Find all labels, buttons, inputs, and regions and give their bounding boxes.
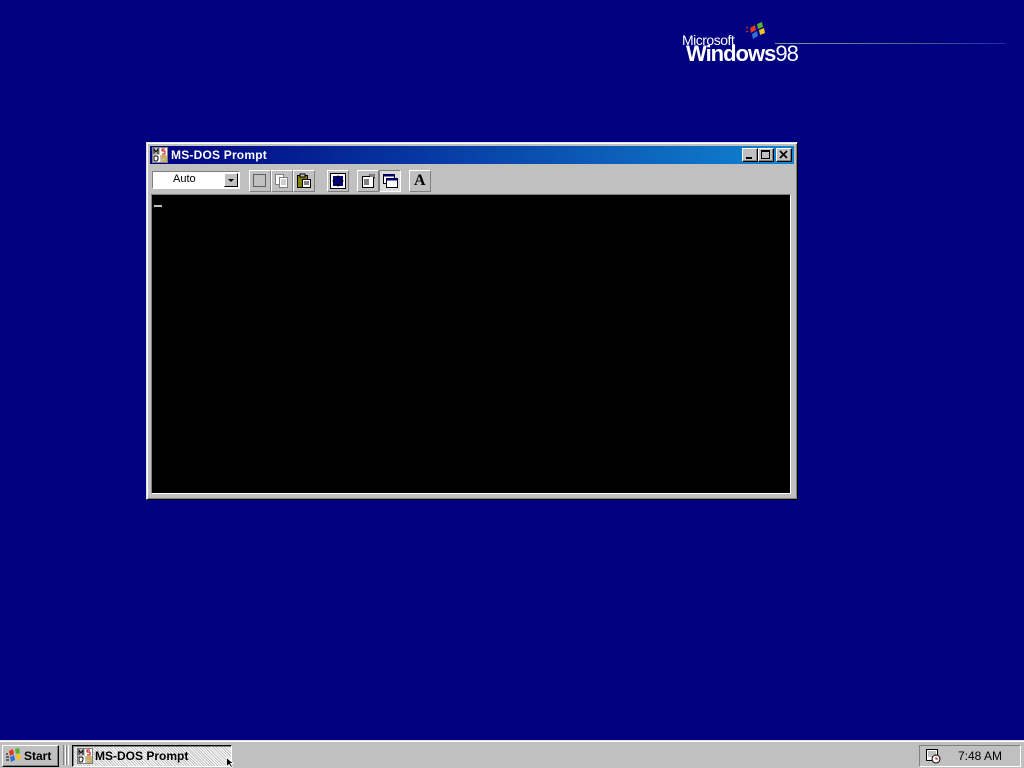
maximize-button[interactable] — [758, 148, 774, 162]
chevron-down-icon — [228, 179, 234, 182]
maximize-icon — [761, 150, 770, 159]
properties-icon — [362, 174, 375, 188]
logo-version: 98 — [775, 41, 799, 66]
minimize-button[interactable] — [742, 148, 758, 162]
full-screen-button[interactable] — [327, 170, 349, 192]
ms-dos-icon — [77, 748, 93, 764]
paste-button[interactable] — [293, 170, 315, 192]
system-tray: 7:48 AM — [919, 745, 1021, 767]
window-title: MS-DOS Prompt — [171, 148, 267, 162]
logo-underline — [775, 43, 1005, 44]
logo-product: Windows98 — [686, 41, 799, 67]
close-icon — [779, 150, 788, 159]
clock[interactable]: 7:48 AM — [958, 749, 1002, 763]
font-button[interactable]: A — [409, 170, 431, 192]
window-titlebar[interactable]: MS-DOS Prompt — [150, 146, 794, 164]
windows-flag-icon — [746, 22, 765, 39]
ms-dos-icon[interactable] — [152, 147, 168, 163]
font-size-dropdown-button[interactable] — [224, 173, 238, 187]
properties-button[interactable] — [357, 170, 379, 192]
mark-icon — [253, 174, 266, 187]
window-controls — [742, 148, 792, 162]
font-icon: A — [414, 172, 426, 189]
start-button[interactable]: Start — [2, 745, 59, 767]
windows98-logo: Microsoft Windows98 — [680, 18, 1020, 68]
windows-flag-icon — [6, 748, 21, 762]
mouse-pointer-icon — [226, 757, 235, 768]
logo-product-name: Windows — [686, 41, 776, 66]
close-button[interactable] — [776, 148, 792, 162]
taskbar-button-ms-dos-prompt[interactable]: MS-DOS Prompt — [72, 745, 232, 767]
font-size-value: Auto — [173, 173, 196, 185]
minimize-icon — [746, 157, 752, 159]
copy-button[interactable] — [271, 170, 293, 192]
copy-icon — [275, 174, 288, 188]
task-scheduler-icon[interactable] — [925, 748, 941, 764]
ms-dos-window[interactable]: MS-DOS Prompt Auto A — [146, 142, 798, 500]
console-area[interactable] — [151, 194, 791, 494]
taskbar: Start MS-DOS Prompt 7:48 AM — [0, 740, 1024, 768]
font-size-select[interactable]: Auto — [152, 171, 240, 189]
taskbar-button-label: MS-DOS Prompt — [95, 749, 189, 763]
toolbar-grip[interactable] — [66, 745, 69, 765]
window-toolbar: Auto A — [151, 169, 793, 193]
paste-icon — [297, 173, 311, 188]
full-screen-icon — [330, 173, 346, 189]
start-label: Start — [24, 749, 52, 763]
mark-button[interactable] — [249, 170, 271, 192]
text-cursor — [154, 205, 162, 207]
background-button[interactable] — [379, 170, 401, 192]
background-icon — [383, 174, 398, 188]
